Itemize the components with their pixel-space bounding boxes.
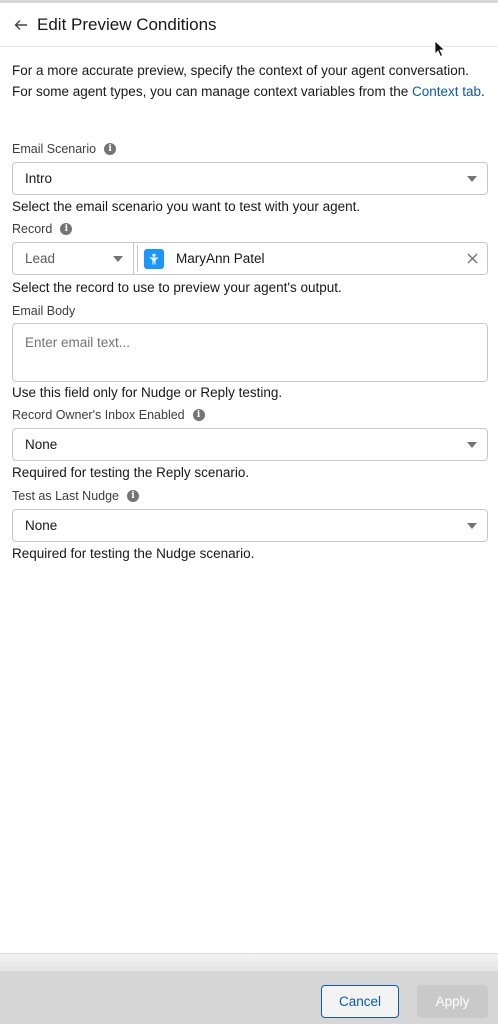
cancel-button[interactable]: Cancel [321,985,399,1018]
email-scenario-label-text: Email Scenario [12,142,97,156]
email-body-label: Email Body [12,304,75,318]
inbox-enabled-value: None [25,437,58,452]
last-nudge-help: Required for testing the Nudge scenario. [12,546,255,561]
last-nudge-select[interactable]: None [12,509,488,542]
inbox-enabled-label-text: Record Owner's Inbox Enabled [12,408,185,422]
record-label-text: Record [12,222,53,236]
inbox-enabled-help: Required for testing the Reply scenario. [12,465,250,480]
email-scenario-label: Email Scenario i [12,142,117,156]
last-nudge-label-text: Test as Last Nudge [12,489,120,503]
record-label: Record i [12,222,73,236]
record-selected-name: MaryAnn Patel [176,251,265,266]
intro-text-end: . [481,83,485,99]
info-icon[interactable]: i [127,490,140,502]
chevron-down-icon [467,175,477,182]
mouse-cursor-icon [434,40,446,63]
chevron-down-icon [467,441,477,448]
record-type-select[interactable]: Lead [12,242,134,275]
inbox-enabled-select[interactable]: None [12,428,488,461]
intro-text: For a more accurate preview, specify the… [12,63,469,99]
close-icon[interactable] [465,252,479,266]
footer-divider [0,953,498,972]
intro-description: For a more accurate preview, specify the… [12,61,488,102]
context-tab-link[interactable]: Context tab [412,84,481,99]
inbox-enabled-label: Record Owner's Inbox Enabled i [12,408,205,422]
email-body-textarea[interactable]: Enter email text... [12,323,488,382]
record-type-value: Lead [25,251,56,266]
info-icon[interactable]: i [104,143,117,155]
info-icon[interactable]: i [192,409,205,421]
apply-button[interactable]: Apply [417,985,488,1018]
record-lookup: Lead MaryAnn Patel [12,242,488,275]
email-scenario-help: Select the email scenario you want to te… [12,199,361,214]
last-nudge-label: Test as Last Nudge i [12,489,140,503]
back-arrow-icon[interactable] [12,16,30,34]
panel-header: Edit Preview Conditions [0,3,498,47]
page-title: Edit Preview Conditions [37,14,217,34]
last-nudge-value: None [25,518,58,533]
lead-icon [144,248,164,269]
chevron-down-icon [467,522,477,529]
email-body-label-text: Email Body [12,304,76,318]
email-body-help: Use this field only for Nudge or Reply t… [12,385,283,400]
info-icon[interactable]: i [60,223,73,235]
record-help: Select the record to use to preview your… [12,280,342,295]
email-scenario-select[interactable]: Intro [12,162,488,195]
record-selected-pill[interactable]: MaryAnn Patel [134,242,488,275]
email-scenario-value: Intro [25,171,53,186]
chevron-down-icon [113,255,123,262]
